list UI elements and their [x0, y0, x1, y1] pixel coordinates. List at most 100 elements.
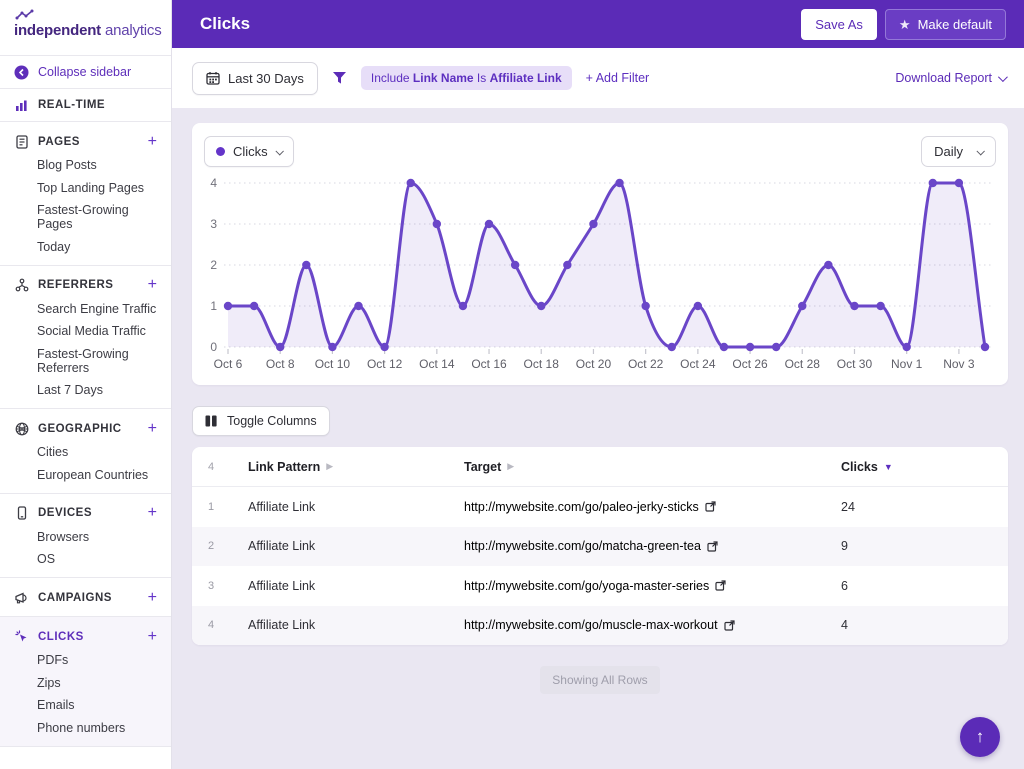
section-header[interactable]: CAMPAIGNS +	[14, 590, 157, 605]
filter-bar: Last 30 Days Include Link Name Is Affili…	[172, 48, 1024, 108]
section-label: DEVICES	[38, 507, 139, 519]
column-header-target[interactable]: Target ▶	[464, 460, 841, 474]
devices-icon	[14, 506, 29, 521]
download-report-button[interactable]: Download Report	[895, 71, 1005, 85]
sidebar-item[interactable]: Browsers	[37, 530, 157, 544]
pages-icon	[14, 134, 29, 149]
sort-desc-icon: ▼	[884, 462, 893, 472]
table-footer: Showing All Rows	[192, 666, 1008, 694]
add-report-icon[interactable]: +	[148, 278, 157, 292]
sidebar-item[interactable]: Phone numbers	[37, 721, 157, 735]
external-link-icon	[724, 620, 735, 631]
add-report-icon[interactable]: +	[148, 506, 157, 520]
metric-label: Clicks	[233, 144, 268, 159]
svg-text:Oct 10: Oct 10	[315, 357, 351, 371]
sidebar-item[interactable]: OS	[37, 552, 157, 566]
row-target-link[interactable]: http://mywebsite.com/go/paleo-jerky-stic…	[464, 500, 841, 514]
chevron-down-icon	[998, 72, 1008, 82]
sidebar-item-realtime[interactable]: REAL-TIME	[0, 89, 171, 122]
add-report-icon[interactable]: +	[148, 422, 157, 436]
column-header-link-pattern[interactable]: Link Pattern ▶	[248, 460, 464, 474]
toggle-columns-label: Toggle Columns	[227, 414, 317, 428]
add-report-icon[interactable]: +	[148, 591, 157, 605]
section-label: CAMPAIGNS	[38, 592, 139, 604]
section-header[interactable]: GEOGRAPHIC +	[14, 421, 157, 436]
sidebar-item[interactable]: Search Engine Traffic	[37, 302, 157, 316]
sidebar-item[interactable]: Social Media Traffic	[37, 324, 157, 338]
target-url: http://mywebsite.com/go/yoga-master-seri…	[464, 579, 709, 593]
sidebar-item[interactable]: Blog Posts	[37, 158, 157, 172]
svg-text:Oct 8: Oct 8	[266, 357, 295, 371]
row-target-link[interactable]: http://mywebsite.com/go/yoga-master-seri…	[464, 579, 841, 593]
svg-text:Oct 14: Oct 14	[419, 357, 455, 371]
external-link-icon	[705, 501, 716, 512]
metric-select[interactable]: Clicks	[204, 136, 294, 167]
section-header[interactable]: REFERRERS +	[14, 278, 157, 293]
section-header[interactable]: PAGES +	[14, 134, 157, 149]
sidebar-section-clicks: CLICKS + PDFs Zips Emails Phone numbers	[0, 617, 171, 747]
svg-text:Oct 18: Oct 18	[524, 357, 560, 371]
filter-funnel-icon[interactable]	[332, 71, 347, 85]
realtime-bars-icon	[14, 98, 29, 113]
brand-logo[interactable]: independent analytics	[0, 0, 171, 56]
sidebar-item[interactable]: Top Landing Pages	[37, 181, 157, 195]
row-target-link[interactable]: http://mywebsite.com/go/matcha-green-tea	[464, 539, 841, 553]
calendar-icon	[206, 71, 220, 85]
collapse-sidebar-button[interactable]: Collapse sidebar	[0, 56, 171, 89]
sidebar-sections: PAGES + Blog Posts Top Landing Pages Faste…	[0, 122, 171, 747]
main-area: Clicks Save As ★ Make default Last 30 Da…	[172, 0, 1024, 769]
campaigns-icon	[14, 590, 29, 605]
column-label: Clicks	[841, 460, 878, 474]
target-url: http://mywebsite.com/go/matcha-green-tea	[464, 539, 701, 553]
svg-text:Nov 1: Nov 1	[891, 357, 923, 371]
sidebar-item[interactable]: European Countries	[37, 468, 157, 482]
toggle-columns-button[interactable]: Toggle Columns	[192, 406, 330, 436]
table-header-row: 4 Link Pattern ▶ Target ▶ Clicks ▼	[192, 447, 1008, 487]
svg-text:Oct 20: Oct 20	[576, 357, 612, 371]
interval-select[interactable]: Daily	[921, 136, 996, 167]
table-row: 3 Affiliate Link http://mywebsite.com/go…	[192, 566, 1008, 606]
section-header[interactable]: CLICKS +	[14, 629, 157, 644]
sidebar-item[interactable]: Cities	[37, 445, 157, 459]
sort-idle-icon: ▶	[326, 461, 333, 472]
section-label: REFERRERS	[38, 279, 139, 291]
clicks-icon	[14, 629, 29, 644]
clicks-line-chart[interactable]: 01234Oct 6Oct 8Oct 10Oct 12Oct 14Oct 16O…	[204, 171, 996, 375]
date-range-button[interactable]: Last 30 Days	[192, 62, 318, 95]
sidebar-item[interactable]: Fastest-Growing Pages	[37, 203, 157, 231]
section-header[interactable]: DEVICES +	[14, 506, 157, 521]
column-header-clicks[interactable]: Clicks ▼	[841, 460, 992, 474]
sidebar-item[interactable]: Zips	[37, 676, 157, 690]
section-items: PDFs Zips Emails Phone numbers	[37, 653, 157, 735]
scroll-to-top-button[interactable]: ↑	[960, 717, 1000, 757]
svg-text:Nov 3: Nov 3	[943, 357, 975, 371]
sidebar-section-geographic: GEOGRAPHIC + Cities European Countries	[0, 409, 171, 494]
add-filter-button[interactable]: + Add Filter	[586, 71, 650, 85]
svg-text:4: 4	[210, 176, 217, 190]
collapse-circle-icon	[14, 65, 29, 80]
brand-name-light: analytics	[105, 22, 162, 39]
sidebar-item[interactable]: Fastest-Growing Referrers	[37, 347, 157, 375]
page-header: Clicks Save As ★ Make default	[172, 0, 1024, 48]
target-url: http://mywebsite.com/go/muscle-max-worko…	[464, 618, 718, 632]
chevron-down-icon	[275, 147, 283, 155]
row-target-link[interactable]: http://mywebsite.com/go/muscle-max-worko…	[464, 618, 841, 632]
add-report-icon[interactable]: +	[148, 135, 157, 149]
save-as-button[interactable]: Save As	[801, 9, 877, 40]
sidebar-item[interactable]: PDFs	[37, 653, 157, 667]
sidebar-section-campaigns: CAMPAIGNS +	[0, 578, 171, 617]
sidebar-item[interactable]: Today	[37, 240, 157, 254]
row-rank: 3	[208, 580, 248, 592]
table-row-count: 4	[208, 461, 248, 473]
column-label: Target	[464, 460, 501, 474]
active-filter-pill[interactable]: Include Link Name Is Affiliate Link	[361, 66, 572, 90]
page-title: Clicks	[200, 14, 801, 34]
showing-all-rows-button[interactable]: Showing All Rows	[540, 666, 659, 694]
sidebar-item[interactable]: Emails	[37, 698, 157, 712]
svg-text:Oct 12: Oct 12	[367, 357, 403, 371]
chevron-down-icon	[976, 147, 984, 155]
svg-text:Oct 6: Oct 6	[214, 357, 243, 371]
add-report-icon[interactable]: +	[148, 630, 157, 644]
make-default-button[interactable]: ★ Make default	[885, 9, 1006, 40]
sidebar-item[interactable]: Last 7 Days	[37, 383, 157, 397]
